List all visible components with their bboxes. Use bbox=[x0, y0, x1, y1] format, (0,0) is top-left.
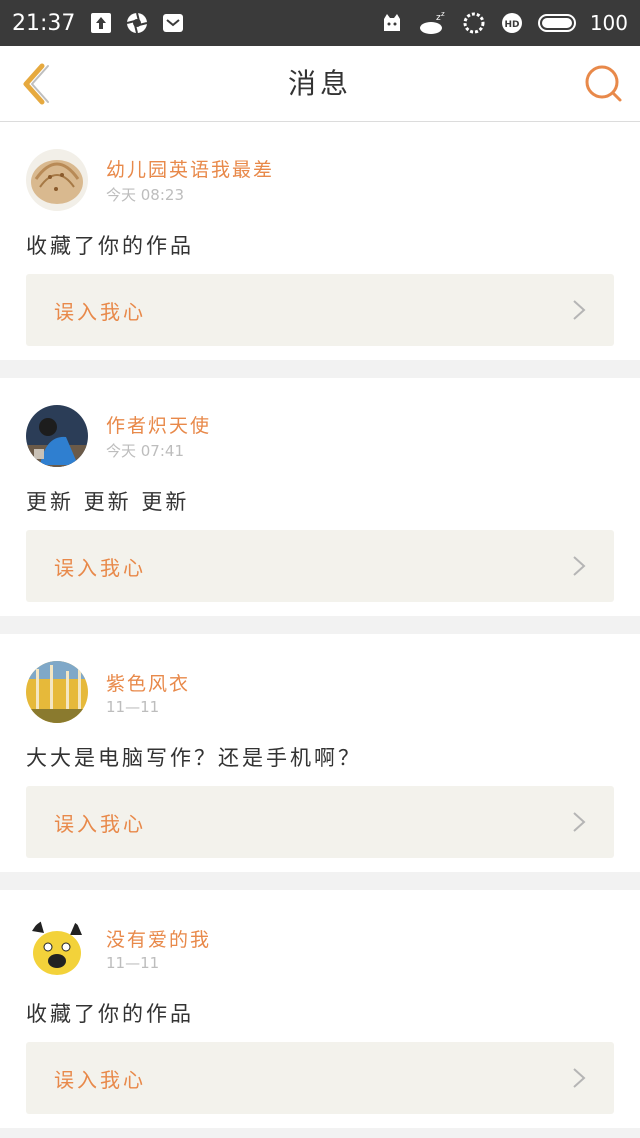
chevron-right-icon bbox=[573, 300, 586, 320]
work-link[interactable]: 误入我心 bbox=[26, 786, 614, 858]
username[interactable]: 没有爱的我 bbox=[106, 925, 211, 952]
message-content: 收藏了你的作品 bbox=[26, 234, 194, 258]
username[interactable]: 幼儿园英语我最差 bbox=[106, 155, 274, 182]
message-meta: 幼儿园英语我最差 今天 08:23 bbox=[106, 155, 274, 205]
search-button[interactable] bbox=[582, 62, 626, 106]
chevron-right-icon bbox=[573, 1068, 586, 1088]
upload-icon bbox=[91, 13, 112, 33]
message-content: 更新 更新 更新 bbox=[26, 490, 190, 514]
shutter-icon bbox=[127, 12, 148, 34]
battery-icon bbox=[537, 14, 576, 32]
work-link[interactable]: 误入我心 bbox=[26, 1042, 614, 1114]
sleep-icon: zz bbox=[419, 11, 445, 34]
status-left-icons bbox=[89, 11, 185, 35]
status-bar: 21:37 zz HD 100 bbox=[0, 0, 640, 46]
status-time: 21:37 bbox=[12, 10, 76, 36]
message-header: 作者炽天使 今天 07:41 bbox=[26, 404, 614, 468]
work-link[interactable]: 误入我心 bbox=[26, 274, 614, 346]
app-header: 消息 bbox=[0, 46, 640, 122]
work-link[interactable]: 误入我心 bbox=[26, 530, 614, 602]
username[interactable]: 作者炽天使 bbox=[106, 411, 211, 438]
timestamp: 11—11 bbox=[106, 953, 160, 972]
message-meta: 没有爱的我 11—11 bbox=[106, 925, 211, 972]
message-header: 幼儿园英语我最差 今天 08:23 bbox=[26, 148, 614, 212]
avatar[interactable] bbox=[26, 405, 88, 467]
message-card: 幼儿园英语我最差 今天 08:23 收藏了你的作品 误入我心 bbox=[0, 122, 640, 360]
message-card: 紫色风衣 11—11 大大是电脑写作？还是手机啊？ 误入我心 bbox=[0, 634, 640, 872]
work-title: 误入我心 bbox=[54, 299, 146, 324]
avatar[interactable] bbox=[26, 661, 88, 723]
page-title: 消息 bbox=[287, 67, 352, 100]
status-right: zz HD 100 bbox=[380, 11, 628, 35]
message-card: 没有爱的我 11—11 收藏了你的作品 误入我心 bbox=[0, 890, 640, 1128]
chevron-right-icon bbox=[573, 556, 586, 576]
avatar[interactable] bbox=[26, 149, 88, 211]
svg-text:HD: HD bbox=[504, 20, 519, 30]
timestamp: 今天 08:23 bbox=[106, 186, 184, 204]
message-header: 紫色风衣 11—11 bbox=[26, 660, 614, 724]
hd-icon: HD bbox=[501, 13, 522, 33]
message-meta: 作者炽天使 今天 07:41 bbox=[106, 411, 211, 461]
message-header: 没有爱的我 11—11 bbox=[26, 916, 614, 980]
chevron-right-icon bbox=[573, 812, 586, 832]
svg-text:z: z bbox=[441, 11, 445, 18]
message-card: 作者炽天使 今天 07:41 更新 更新 更新 误入我心 bbox=[0, 378, 640, 616]
work-title: 误入我心 bbox=[54, 1067, 146, 1092]
message-list: 幼儿园英语我最差 今天 08:23 收藏了你的作品 误入我心 作者炽天使 今天 … bbox=[0, 122, 640, 1128]
work-title: 误入我心 bbox=[54, 555, 146, 580]
username[interactable]: 紫色风衣 bbox=[106, 669, 190, 696]
avatar[interactable] bbox=[26, 917, 88, 979]
message-content: 大大是电脑写作？还是手机啊？ bbox=[26, 746, 362, 770]
timestamp: 今天 07:41 bbox=[106, 442, 184, 460]
work-title: 误入我心 bbox=[54, 811, 146, 836]
cellular-signal-icon bbox=[463, 12, 485, 34]
app-notification-icon bbox=[163, 14, 184, 32]
timestamp: 11—11 bbox=[106, 697, 160, 716]
cat-icon bbox=[383, 14, 400, 31]
battery-level: 100 bbox=[589, 11, 628, 35]
message-meta: 紫色风衣 11—11 bbox=[106, 669, 190, 716]
message-content: 收藏了你的作品 bbox=[26, 1002, 194, 1026]
